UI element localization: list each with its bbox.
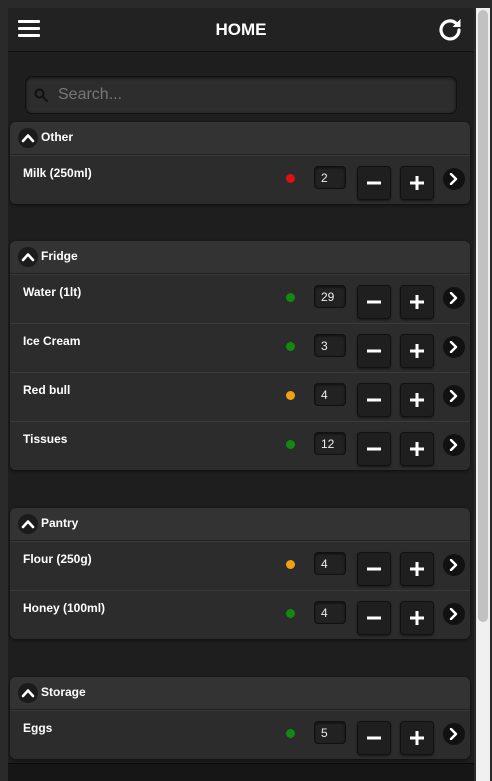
chevron-right-icon[interactable] — [443, 554, 465, 576]
section-storage: Storage Eggs 5 — [10, 677, 470, 759]
list-item[interactable]: Eggs 5 — [10, 710, 470, 759]
chevron-up-icon[interactable] — [18, 128, 38, 148]
chevron-right-icon[interactable] — [443, 723, 465, 745]
header-bar: HOME — [8, 8, 474, 52]
scrollbar-thumb[interactable] — [478, 10, 488, 622]
page-title: HOME — [215, 20, 267, 39]
item-name: Eggs — [23, 721, 53, 735]
chevron-right-icon[interactable] — [443, 603, 465, 625]
quantity-field[interactable]: 4 — [314, 552, 346, 575]
list-item[interactable]: Tissues 12 — [10, 421, 470, 470]
increment-button[interactable] — [400, 601, 434, 635]
list-item[interactable]: Ice Cream 3 — [10, 323, 470, 372]
increment-button[interactable] — [400, 552, 434, 586]
chevron-right-icon[interactable] — [443, 287, 465, 309]
section-title: Fridge — [41, 249, 78, 263]
quantity-field[interactable]: 5 — [314, 721, 346, 744]
decrement-button[interactable] — [357, 721, 391, 755]
search-box — [25, 76, 457, 114]
section-other: Other Milk (250ml) 2 — [10, 122, 470, 204]
item-name: Ice Cream — [23, 334, 81, 348]
refresh-icon[interactable] — [436, 16, 464, 44]
chevron-up-icon[interactable] — [18, 683, 38, 703]
chevron-right-icon[interactable] — [443, 385, 465, 407]
list-item[interactable]: Red bull 4 — [10, 372, 470, 421]
status-dot — [286, 440, 295, 449]
section-header[interactable]: Pantry — [10, 508, 470, 541]
status-dot — [286, 174, 295, 183]
decrement-button[interactable] — [357, 285, 391, 319]
status-dot — [286, 729, 295, 738]
section-fridge: Fridge Water (1lt) 29 Ice Cream 3 Red bull 4 Ti… — [10, 241, 470, 470]
item-name: Flour (250g) — [23, 552, 92, 566]
increment-button[interactable] — [400, 432, 434, 466]
increment-button[interactable] — [400, 166, 434, 200]
decrement-button[interactable] — [357, 552, 391, 586]
search-input[interactable] — [56, 80, 450, 110]
section-header[interactable]: Storage — [10, 677, 470, 710]
list-item[interactable]: Water (1lt) 29 — [10, 274, 470, 323]
decrement-button[interactable] — [357, 383, 391, 417]
status-dot — [286, 293, 295, 302]
status-dot — [286, 609, 295, 618]
section-title: Pantry — [41, 516, 79, 530]
decrement-button[interactable] — [357, 601, 391, 635]
list-item[interactable]: Honey (100ml) 4 — [10, 590, 470, 639]
item-name: Honey (100ml) — [23, 601, 106, 615]
section-header[interactable]: Other — [10, 122, 470, 155]
section-pantry: Pantry Flour (250g) 4 Honey (100ml) 4 — [10, 508, 470, 639]
quantity-field[interactable]: 12 — [314, 432, 346, 455]
item-name: Water (1lt) — [23, 285, 82, 299]
search-icon — [34, 88, 48, 102]
increment-button[interactable] — [400, 334, 434, 368]
chevron-right-icon[interactable] — [443, 336, 465, 358]
chevron-up-icon[interactable] — [18, 247, 38, 267]
footer-bar — [8, 763, 474, 781]
status-dot — [286, 342, 295, 351]
decrement-button[interactable] — [357, 432, 391, 466]
increment-button[interactable] — [400, 383, 434, 417]
increment-button[interactable] — [400, 285, 434, 319]
chevron-right-icon[interactable] — [443, 168, 465, 190]
status-dot — [286, 560, 295, 569]
quantity-field[interactable]: 4 — [314, 601, 346, 624]
item-name: Tissues — [23, 432, 68, 446]
section-title: Other — [41, 130, 74, 144]
section-title: Storage — [41, 685, 86, 699]
status-dot — [286, 391, 295, 400]
section-header[interactable]: Fridge — [10, 241, 470, 274]
quantity-field[interactable]: 4 — [314, 383, 346, 406]
chevron-up-icon[interactable] — [18, 514, 38, 534]
list-item[interactable]: Flour (250g) 4 — [10, 541, 470, 590]
item-name: Red bull — [23, 383, 71, 397]
decrement-button[interactable] — [357, 166, 391, 200]
quantity-field[interactable]: 29 — [314, 285, 346, 308]
quantity-field[interactable]: 3 — [314, 334, 346, 357]
item-name: Milk (250ml) — [23, 166, 92, 180]
increment-button[interactable] — [400, 721, 434, 755]
app-frame: HOME Other Milk (250ml) 2 Fridge Water (1lt)… — [8, 8, 474, 781]
quantity-field[interactable]: 2 — [314, 166, 346, 189]
list-item[interactable]: Milk (250ml) 2 — [10, 155, 470, 204]
chevron-right-icon[interactable] — [443, 434, 465, 456]
decrement-button[interactable] — [357, 334, 391, 368]
